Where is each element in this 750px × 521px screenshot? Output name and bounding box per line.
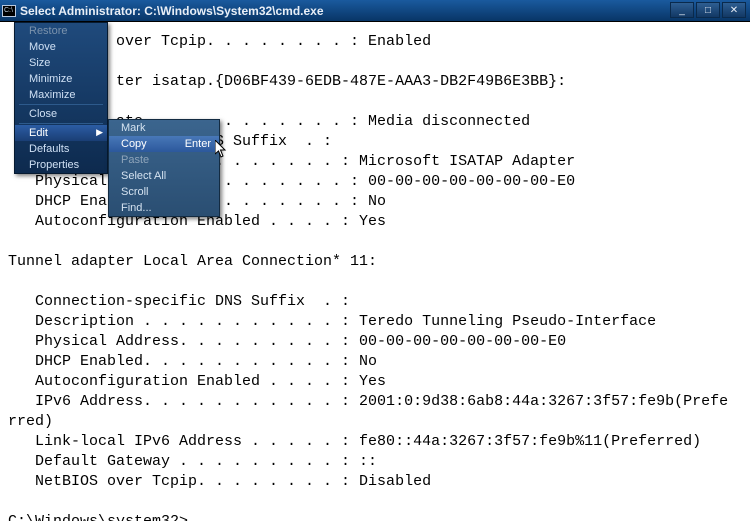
menu-size[interactable]: Size <box>15 55 107 71</box>
console-line: Autoconfiguration Enabled . . . . : Yes <box>0 372 750 392</box>
menu-minimize[interactable]: Minimize <box>15 71 107 87</box>
window-title: Select Administrator: C:\Windows\System3… <box>20 4 324 18</box>
submenu-mark[interactable]: Mark <box>109 120 219 136</box>
menu-defaults[interactable]: Defaults <box>15 141 107 157</box>
console-line: Connection-specific DNS Suffix . : <box>0 292 750 312</box>
console-line: rred) <box>0 412 750 432</box>
submenu-copy[interactable]: Copy Enter <box>109 136 219 152</box>
console-output[interactable]: over Tcpip. . . . . . . . : Enabled ter … <box>0 22 750 521</box>
menu-move[interactable]: Move <box>15 39 107 55</box>
console-line: over Tcpip. . . . . . . . : Enabled <box>0 32 750 52</box>
edit-submenu: Mark Copy Enter Paste Select All Scroll … <box>108 119 220 217</box>
console-line: Tunnel adapter Local Area Connection* 11… <box>0 252 750 272</box>
system-menu: Restore Move Size Minimize Maximize Clos… <box>14 22 108 174</box>
console-line <box>0 52 750 72</box>
console-line: C:\Windows\system32> <box>0 512 750 521</box>
console-line: Description . . . . . . . . . . . : Tere… <box>0 312 750 332</box>
window-controls: _ □ ✕ <box>670 2 746 18</box>
submenu-arrow-icon: ▶ <box>96 127 103 138</box>
console-line: Default Gateway . . . . . . . . . : :: <box>0 452 750 472</box>
console-line: ter isatap.{D06BF439-6EDB-487E-AAA3-DB2F… <box>0 72 750 92</box>
console-line <box>0 272 750 292</box>
close-button[interactable]: ✕ <box>722 2 746 18</box>
console-line: Link-local IPv6 Address . . . . . : fe80… <box>0 432 750 452</box>
submenu-find[interactable]: Find... <box>109 200 219 216</box>
menu-restore[interactable]: Restore <box>15 23 107 39</box>
submenu-copy-label: Copy <box>121 138 147 150</box>
console-line: Physical Address. . . . . . . . . : 00-0… <box>0 332 750 352</box>
menu-separator <box>19 104 103 105</box>
title-bar[interactable]: C:\ Select Administrator: C:\Windows\Sys… <box>0 0 750 22</box>
menu-properties[interactable]: Properties <box>15 157 107 173</box>
menu-edit[interactable]: Edit ▶ <box>15 125 107 141</box>
submenu-copy-shortcut: Enter <box>185 138 211 150</box>
console-line: NetBIOS over Tcpip. . . . . . . . : Disa… <box>0 472 750 492</box>
submenu-paste[interactable]: Paste <box>109 152 219 168</box>
console-line <box>0 92 750 112</box>
console-line: IPv6 Address. . . . . . . . . . . : 2001… <box>0 392 750 412</box>
console-line <box>0 232 750 252</box>
maximize-button[interactable]: □ <box>696 2 720 18</box>
console-line <box>0 492 750 512</box>
menu-close[interactable]: Close <box>15 106 107 122</box>
menu-edit-label: Edit <box>29 127 48 139</box>
cmd-icon[interactable]: C:\ <box>2 5 16 17</box>
submenu-select-all[interactable]: Select All <box>109 168 219 184</box>
minimize-button[interactable]: _ <box>670 2 694 18</box>
menu-separator <box>19 123 103 124</box>
console-line: DHCP Enabled. . . . . . . . . . . : No <box>0 352 750 372</box>
submenu-scroll[interactable]: Scroll <box>109 184 219 200</box>
menu-maximize[interactable]: Maximize <box>15 87 107 103</box>
